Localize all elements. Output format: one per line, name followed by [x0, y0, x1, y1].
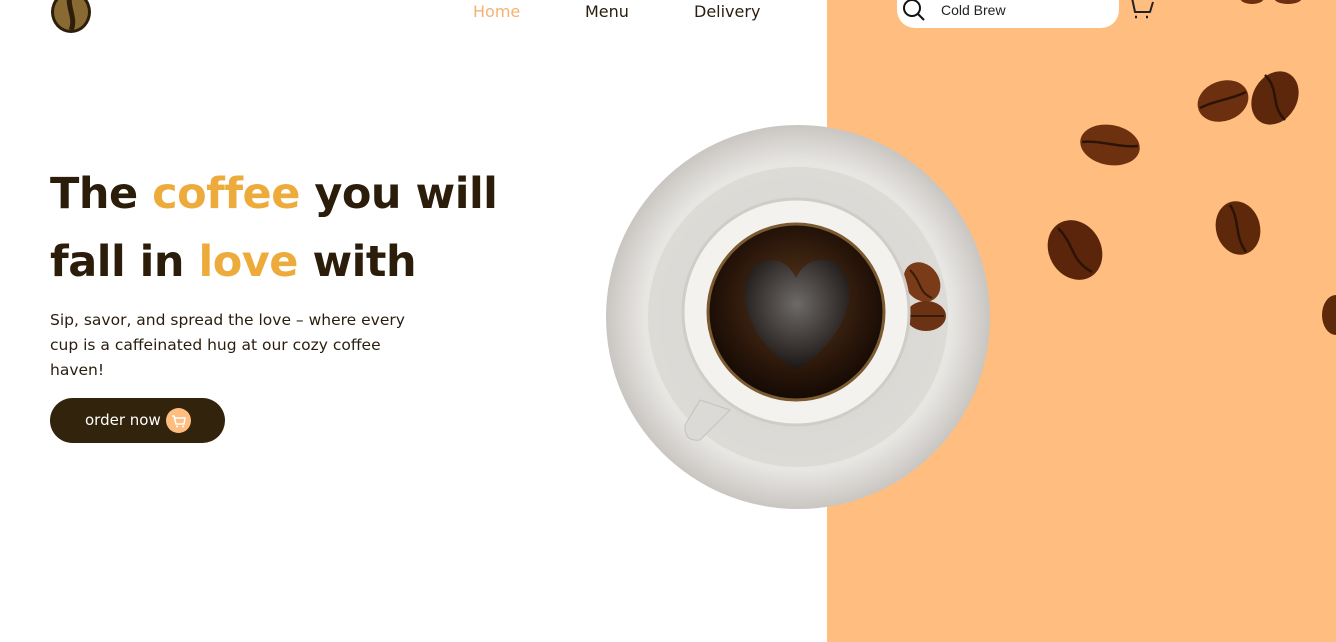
search-icon[interactable]: [901, 0, 925, 22]
coffee-bean-icon: [1215, 201, 1261, 255]
headline-line-2: fall in love with: [50, 228, 570, 296]
headline-text: The: [50, 169, 153, 219]
nav-delivery-link[interactable]: Delivery: [694, 2, 760, 21]
headline-text: fall in: [50, 237, 199, 287]
coffee-cup-image: [606, 125, 990, 509]
cart-icon: [166, 408, 191, 433]
coffee-beans-decoration: [1047, 0, 1336, 335]
order-now-button[interactable]: order now: [50, 398, 225, 443]
order-now-label: order now: [85, 411, 161, 429]
coffee-bean-icon: [1047, 220, 1103, 280]
hero-subtext: Sip, savor, and spread the love – where …: [50, 311, 405, 379]
coffee-bean-icon: [1240, 0, 1302, 4]
headline-line-1: The coffee you will: [50, 160, 570, 228]
coffee-bean-icon: [1197, 80, 1249, 122]
hero-headline: The coffee you will fall in love with: [50, 160, 570, 296]
headline-text: you will: [299, 169, 498, 219]
headline-accent-word: love: [198, 237, 299, 287]
headline-text: with: [297, 237, 417, 287]
coffee-bean-icon: [1251, 71, 1299, 125]
coffee-bean-icon: [1322, 295, 1336, 335]
headline-accent-word: coffee: [152, 169, 300, 219]
coffee-bean-icon: [1080, 124, 1140, 166]
nav-menu-link[interactable]: Menu: [585, 2, 629, 21]
coffee-bean-logo-icon[interactable]: [50, 0, 92, 34]
nav-home-link[interactable]: Home: [473, 2, 520, 21]
